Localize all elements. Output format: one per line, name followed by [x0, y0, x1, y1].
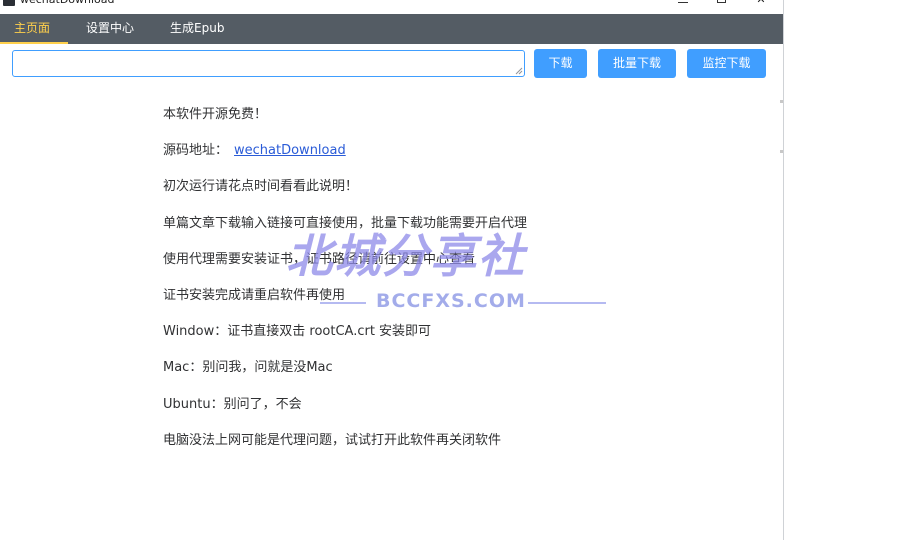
- menu-item-settings[interactable]: 设置中心: [68, 14, 152, 44]
- info-line-windows: Window：证书直接双击 rootCA.crt 安装即可: [163, 324, 432, 340]
- scroll-mark: [780, 100, 783, 103]
- instructions-panel: 本软件开源免费！ 源码地址： wechatDownload 初次运行请花点时间看看…: [163, 104, 723, 466]
- info-line-ubuntu: Ubuntu：别问了，不会: [163, 396, 302, 412]
- title-bar: wechatDownload ✕: [0, 0, 783, 14]
- batch-download-button[interactable]: 批量下载: [598, 49, 676, 78]
- window-title: wechatDownload: [20, 0, 115, 7]
- download-button[interactable]: 下载: [534, 49, 587, 78]
- info-line-usage: 单篇文章下载输入链接可直接使用，批量下载功能需要开启代理: [163, 215, 528, 231]
- source-label: 源码地址：: [163, 143, 229, 159]
- info-line-network: 电脑没法上网可能是代理问题，试试打开此软件再关闭软件: [163, 432, 502, 448]
- scroll-mark: [780, 150, 783, 153]
- close-icon: ✕: [756, 0, 765, 6]
- monitor-download-button[interactable]: 监控下载: [687, 49, 766, 78]
- menu-item-epub[interactable]: 生成Epub: [152, 14, 242, 44]
- minimize-icon: [678, 2, 688, 3]
- info-line-cert: 使用代理需要安装证书，证书路径请前往设置中心查看: [163, 251, 476, 267]
- url-input[interactable]: [12, 50, 525, 77]
- scrollbar-marks: [780, 100, 783, 200]
- info-line-mac: Mac：别问我，问就是没Mac: [163, 360, 333, 376]
- info-line-source: 源码地址： wechatDownload: [163, 140, 723, 176]
- info-line-first-run: 初次运行请花点时间看看此说明！: [163, 179, 359, 195]
- app-window: wechatDownload ✕ 主页面 设置中心 生成Epub 下载 批量下载…: [0, 0, 784, 540]
- info-line-free: 本软件开源免费！: [163, 107, 268, 122]
- close-button[interactable]: ✕: [738, 0, 783, 8]
- repo-link[interactable]: wechatDownload: [234, 143, 346, 158]
- info-line-restart: 证书安装完成请重启软件再使用: [163, 287, 346, 303]
- app-icon: [3, 0, 15, 6]
- main-menu: 主页面 设置中心 生成Epub: [0, 14, 783, 44]
- maximize-icon: [716, 0, 726, 3]
- menu-item-home[interactable]: 主页面: [0, 14, 69, 44]
